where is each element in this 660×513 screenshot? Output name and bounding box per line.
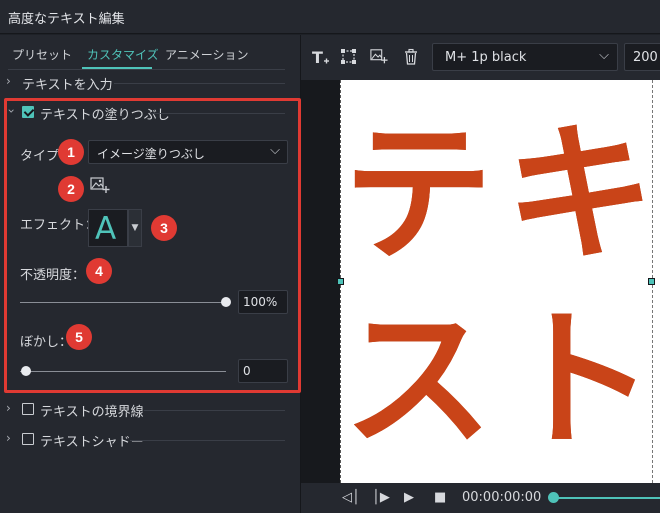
preview-char: ト — [505, 294, 656, 468]
play-icon[interactable]: ▶ — [404, 490, 414, 505]
text-border-checkbox[interactable] — [22, 403, 34, 415]
resize-handle[interactable] — [337, 278, 344, 285]
preview-char: ス — [343, 294, 494, 468]
preview-char: テ — [343, 108, 494, 282]
text-preview-canvas[interactable]: テ キ ス ト — [340, 80, 660, 483]
tab-animation[interactable]: アニメーション — [165, 46, 249, 63]
chevron-right-icon: › — [6, 431, 11, 445]
resize-handle[interactable] — [648, 278, 655, 285]
section-text-shadow[interactable]: › テキストシャドー — [0, 428, 301, 452]
trash-icon[interactable] — [402, 48, 420, 66]
chevron-right-icon: › — [6, 401, 11, 415]
svg-text:T: T — [312, 48, 323, 66]
section-divider — [144, 410, 285, 411]
section-label: テキストシャドー — [40, 435, 144, 450]
preview-char: キ — [505, 108, 656, 282]
font-size-value: 200 — [633, 50, 658, 65]
step-back-icon[interactable]: ◁│ — [342, 490, 360, 505]
timecode: 00:00:00:00 — [462, 490, 542, 505]
font-size-input[interactable]: 200 — [624, 43, 660, 71]
section-text-border[interactable]: › テキストの境界線 — [0, 398, 301, 422]
font-family-select[interactable]: M+ 1p black ⌵ — [432, 43, 618, 71]
tab-divider — [8, 69, 285, 70]
add-image-icon[interactable] — [370, 48, 388, 66]
chevron-down-icon: ⌵ — [599, 48, 609, 63]
chevron-right-icon: › — [6, 74, 11, 88]
timeline-playhead[interactable] — [548, 492, 559, 503]
stop-icon[interactable]: ■ — [434, 490, 446, 505]
transform-box-icon[interactable] — [340, 48, 358, 66]
section-label: テキストの境界線 — [40, 405, 144, 420]
window-title: 高度なテキスト編集 — [8, 12, 125, 27]
font-family-value: M+ 1p black — [445, 50, 527, 65]
tab-customize[interactable]: カスタマイズ — [87, 46, 159, 63]
play-pause-icon[interactable]: │▶ — [372, 490, 390, 505]
tab-presets[interactable]: プリセット — [12, 46, 72, 63]
add-text-icon[interactable]: T — [312, 48, 330, 66]
title-bar: 高度なテキスト編集 — [0, 0, 660, 34]
section-text-input[interactable]: › テキストを入力 — [0, 71, 301, 95]
section-divider — [114, 83, 285, 84]
text-shadow-checkbox[interactable] — [22, 433, 34, 445]
timeline-track[interactable] — [552, 497, 660, 499]
section-divider — [130, 440, 285, 441]
highlight-frame — [4, 98, 301, 393]
tab-bar: プリセット カスタマイズ アニメーション — [0, 35, 301, 70]
section-label: テキストを入力 — [22, 78, 113, 93]
